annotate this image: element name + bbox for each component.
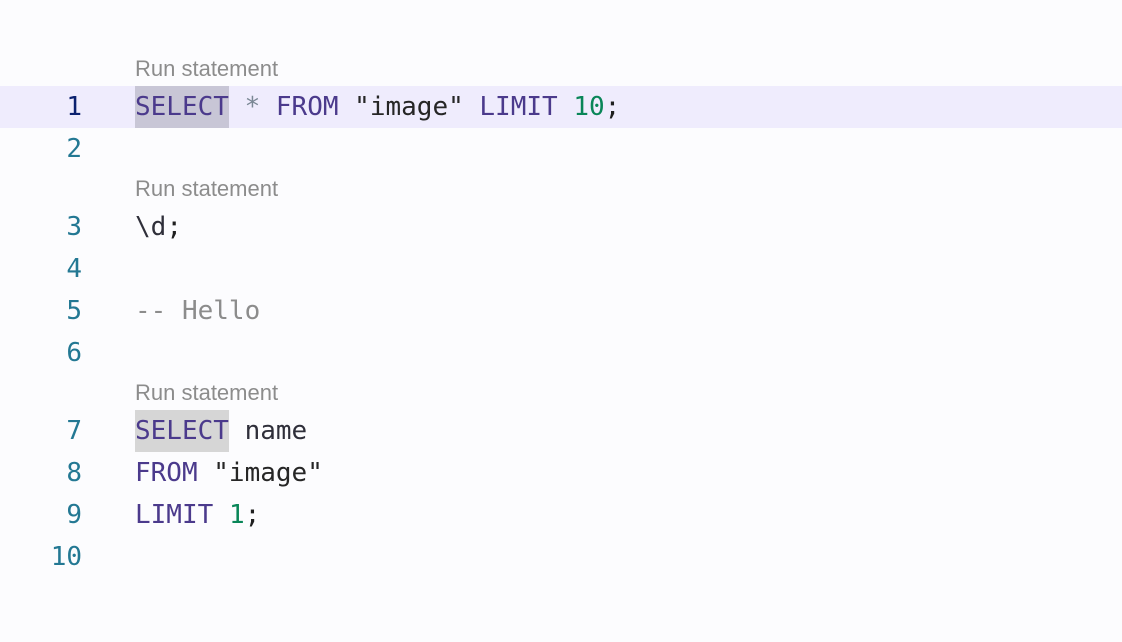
line-number: 10 [50, 542, 82, 572]
keyword-token: FROM [135, 458, 198, 488]
line-code[interactable]: SELECT name [135, 410, 307, 452]
identifier-token: "image" [354, 92, 464, 122]
line-number: 2 [66, 134, 82, 164]
line-code[interactable]: LIMIT 1; [135, 494, 260, 536]
editor-line[interactable]: 2 [0, 128, 1122, 170]
editor-line[interactable]: 3 \d; [0, 206, 1122, 248]
number-token: 10 [573, 92, 605, 122]
keyword-token: LIMIT [479, 92, 558, 122]
line-number: 1 [66, 92, 82, 122]
line-number: 6 [66, 338, 82, 368]
meta-command-token: \d [135, 212, 167, 242]
run-statement-lens[interactable]: Run statement [135, 54, 278, 84]
identifier-token: name [244, 416, 308, 446]
sql-editor[interactable]: Run statement 1 SELECT * FROM "image" LI… [0, 0, 1122, 642]
operator-token: * [244, 92, 261, 122]
editor-line[interactable]: 8 FROM "image" [0, 452, 1122, 494]
editor-line[interactable]: 5 -- Hello [0, 290, 1122, 332]
line-code[interactable]: \d; [135, 206, 182, 248]
semicolon-token: ; [244, 500, 261, 530]
line-number: 8 [66, 458, 82, 488]
run-statement-lens[interactable]: Run statement [135, 174, 278, 204]
editor-line[interactable]: 6 [0, 332, 1122, 374]
line-number: 5 [66, 296, 82, 326]
keyword-token-highlighted: SELECT [135, 410, 229, 452]
comment-token: -- Hello [135, 296, 261, 326]
line-number: 7 [66, 416, 82, 446]
line-number: 9 [66, 500, 82, 530]
keyword-token: LIMIT [135, 500, 214, 530]
line-code[interactable]: SELECT * FROM "image" LIMIT 10; [135, 86, 620, 128]
editor-line[interactable]: 10 [0, 536, 1122, 578]
semicolon-token: ; [166, 212, 182, 242]
editor-line[interactable]: 4 [0, 248, 1122, 290]
keyword-token-selected: SELECT [135, 86, 229, 128]
editor-line-current[interactable]: 1 SELECT * FROM "image" LIMIT 10; [0, 86, 1122, 128]
line-code[interactable]: -- Hello [135, 290, 260, 332]
identifier-token: "image" [213, 458, 323, 488]
line-number: 3 [66, 212, 82, 242]
editor-line[interactable]: 7 SELECT name [0, 410, 1122, 452]
line-code[interactable]: FROM "image" [135, 452, 323, 494]
editor-line[interactable]: 9 LIMIT 1; [0, 494, 1122, 536]
run-statement-lens[interactable]: Run statement [135, 378, 278, 408]
keyword-token: FROM [275, 92, 339, 122]
number-token: 1 [228, 500, 245, 530]
semicolon-token: ; [604, 92, 621, 122]
line-number: 4 [66, 254, 82, 284]
